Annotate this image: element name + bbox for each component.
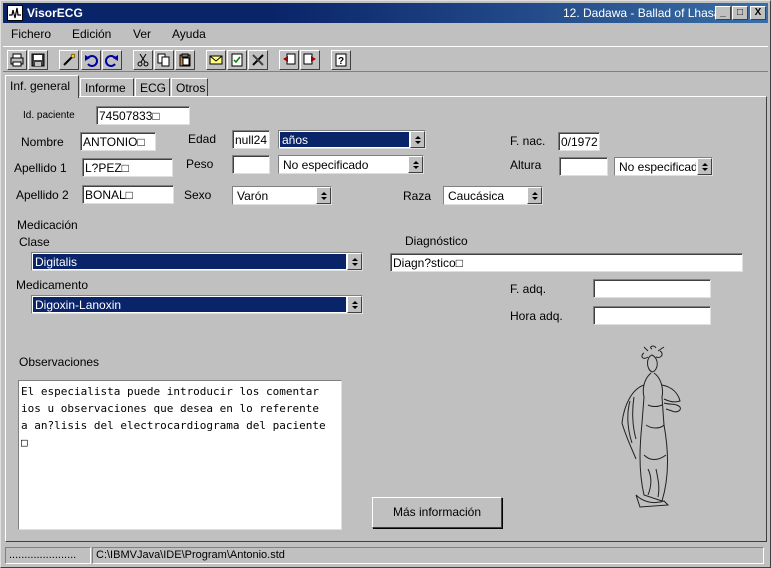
altura-unit-select[interactable]: No especificado <box>614 157 713 176</box>
help-icon[interactable]: ? <box>331 50 351 70</box>
spinner-icon[interactable] <box>410 131 425 148</box>
fnac-field[interactable]: 0/1972 <box>558 132 600 151</box>
fnac-label: F. nac. <box>510 134 546 148</box>
apellido2-label: Apellido 2 <box>16 188 69 202</box>
apellido1-label: Apellido 1 <box>14 161 67 175</box>
checklist-icon[interactable] <box>227 50 247 70</box>
peso-field[interactable] <box>232 155 270 174</box>
altura-label: Altura <box>510 158 542 172</box>
toolbar: ? <box>3 46 768 72</box>
sexo-select[interactable]: Varón <box>232 186 332 205</box>
save-icon[interactable] <box>28 50 48 70</box>
now-playing-title: 12. Dadawa - Ballad of Lhasa <box>563 6 721 20</box>
tab-inf-general[interactable]: Inf. general <box>5 75 79 98</box>
raza-value: Caucásica <box>448 189 505 203</box>
medicamento-value: Digoxin-Lanoxin <box>33 297 346 312</box>
observaciones-label: Observaciones <box>19 355 100 369</box>
edad-label: Edad <box>188 132 217 146</box>
altura-field[interactable] <box>559 157 608 176</box>
wand-icon[interactable] <box>59 50 79 70</box>
nombre-label: Nombre <box>21 135 64 149</box>
fadq-label: F. adq. <box>510 282 547 296</box>
spinner-icon[interactable] <box>527 187 542 204</box>
app-window: VisorECG 12. Dadawa - Ballad of Lhasa _ … <box>0 0 771 568</box>
tab-otros[interactable]: Otros <box>171 78 208 97</box>
more-info-button[interactable]: Más información <box>372 497 502 528</box>
spinner-icon[interactable] <box>347 296 362 313</box>
menu-bar: Fichero Edición Ver Ayuda <box>3 24 768 44</box>
peso-label: Peso <box>186 157 214 171</box>
angel-illustration <box>618 345 688 509</box>
edad-unit-select[interactable]: años <box>278 130 426 149</box>
altura-unit-value: No especificado <box>619 160 696 174</box>
copy-icon[interactable] <box>154 50 174 70</box>
medicamento-label: Medicamento <box>16 278 89 292</box>
raza-label: Raza <box>403 189 432 203</box>
print-icon[interactable] <box>7 50 27 70</box>
spinner-icon[interactable] <box>697 158 712 175</box>
mail-icon[interactable] <box>206 50 226 70</box>
undo-icon[interactable] <box>81 50 101 70</box>
spinner-icon[interactable] <box>347 253 362 270</box>
observaciones-textarea[interactable]: El especialista puede introducir los com… <box>18 380 342 530</box>
menu-edicion[interactable]: Edición <box>72 27 111 41</box>
diagnostico-field[interactable]: Diagn?stico□ <box>390 253 743 272</box>
apellido2-field[interactable]: BONAL□ <box>82 185 174 204</box>
clase-label: Clase <box>19 235 50 249</box>
clase-value: Digitalis <box>33 254 346 269</box>
patient-id-field[interactable]: 74507833□ <box>96 106 190 125</box>
peso-unit-select[interactable]: No especificado <box>278 155 424 174</box>
horaadq-field[interactable] <box>593 306 711 325</box>
raza-select[interactable]: Caucásica <box>443 186 543 205</box>
export-icon[interactable] <box>300 50 320 70</box>
import-icon[interactable] <box>279 50 299 70</box>
redo-icon[interactable] <box>102 50 122 70</box>
edad-unit-value: años <box>280 132 409 147</box>
menu-ver[interactable]: Ver <box>133 27 151 41</box>
minimize-button[interactable]: _ <box>715 6 731 20</box>
tab-informe[interactable]: Informe <box>80 78 134 97</box>
nombre-field[interactable]: ANTONIO□ <box>80 132 156 151</box>
sexo-value: Varón <box>237 189 269 203</box>
app-icon <box>7 5 23 21</box>
maximize-button[interactable]: □ <box>732 6 748 20</box>
spinner-icon[interactable] <box>316 187 331 204</box>
status-bar: ...................... C:\IBMVJava\IDE\P… <box>3 545 768 565</box>
medicacion-label: Medicación <box>17 218 78 232</box>
title-bar[interactable]: VisorECG 12. Dadawa - Ballad of Lhasa _ … <box>3 3 768 23</box>
paste-icon[interactable] <box>175 50 195 70</box>
medicamento-select[interactable]: Digoxin-Lanoxin <box>31 295 363 314</box>
status-progress: ...................... <box>5 547 91 564</box>
menu-ayuda[interactable]: Ayuda <box>172 27 206 41</box>
fadq-field[interactable] <box>593 279 711 298</box>
general-info-panel: Id. paciente 74507833□ Nombre ANTONIO□ E… <box>5 96 767 542</box>
horaadq-label: Hora adq. <box>510 309 563 323</box>
menu-fichero[interactable]: Fichero <box>11 27 51 41</box>
diagnostico-label: Diagnóstico <box>405 234 468 248</box>
status-file-path: C:\IBMVJava\IDE\Program\Antonio.std <box>92 547 764 564</box>
clase-select[interactable]: Digitalis <box>31 252 363 271</box>
tab-ecg[interactable]: ECG <box>135 78 170 97</box>
close-button[interactable]: X <box>750 6 766 20</box>
patient-id-label: Id. paciente <box>23 110 75 121</box>
svg-text:?: ? <box>338 56 344 67</box>
cut-icon[interactable] <box>133 50 153 70</box>
tools-icon[interactable] <box>248 50 268 70</box>
window-title: VisorECG <box>27 6 83 20</box>
peso-unit-value: No especificado <box>283 158 369 172</box>
edad-field[interactable]: null24 <box>232 130 270 149</box>
sexo-label: Sexo <box>184 188 212 202</box>
spinner-icon[interactable] <box>408 156 423 173</box>
apellido1-field[interactable]: L?PEZ□ <box>82 158 173 177</box>
